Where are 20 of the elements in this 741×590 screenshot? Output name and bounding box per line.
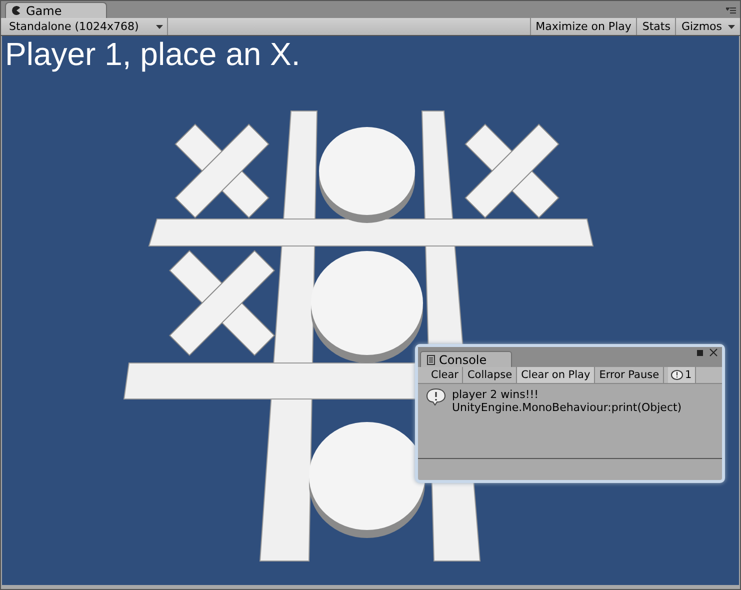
game-message: Player 1, place an X. [5, 36, 300, 73]
log-message: player 2 wins!!! [452, 388, 540, 401]
game-tab[interactable]: Game [5, 2, 107, 18]
menu-icon[interactable] [726, 7, 736, 14]
toolbar-button[interactable]: Maximize on Play [530, 18, 636, 35]
toolbar-button[interactable]: Gizmos [675, 18, 740, 35]
log-source: UnityEngine.MonoBehaviour:print(Object) [452, 401, 682, 414]
toolbar-button[interactable]: Stats [636, 18, 676, 35]
document-icon [427, 354, 435, 364]
error-count-toggle[interactable]: 1 [668, 367, 696, 383]
pacman-icon [12, 6, 21, 15]
exclamation-icon [671, 370, 684, 380]
console-tab[interactable]: Console [420, 351, 512, 367]
dropdown-arrow-icon [156, 24, 163, 28]
resolution-dropdown[interactable]: Standalone (1024x768) [1, 18, 168, 35]
maximize-icon[interactable] [697, 350, 703, 356]
exclamation-icon [426, 388, 446, 406]
dropdown-arrow-icon [728, 24, 735, 28]
console-toggle[interactable]: Clear on Play [517, 367, 596, 383]
close-icon[interactable] [709, 348, 718, 357]
